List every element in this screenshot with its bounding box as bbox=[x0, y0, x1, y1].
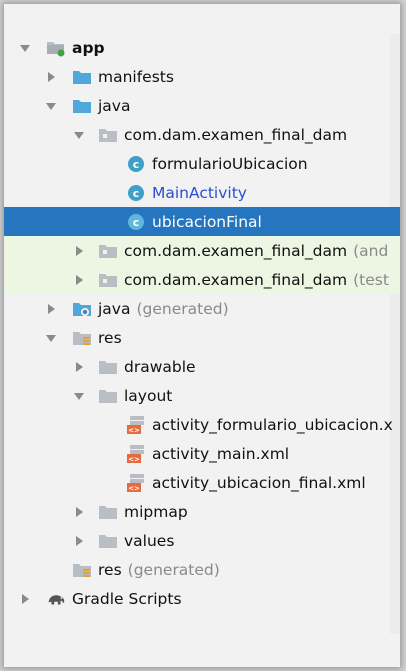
resources-folder-icon bbox=[72, 329, 92, 347]
tree-node-mipmap[interactable]: mipmap bbox=[4, 497, 400, 526]
tree-node-res[interactable]: res bbox=[4, 323, 400, 352]
package-icon bbox=[98, 126, 118, 144]
tree-label-gradle-scripts: Gradle Scripts bbox=[72, 589, 182, 608]
tree-label-layout: layout bbox=[124, 386, 173, 405]
tree-node-java-generated[interactable]: java (generated) bbox=[4, 294, 400, 323]
tree-label-values: values bbox=[124, 531, 175, 550]
tree-label-package-android-test: com.dam.examen_final_dam bbox=[124, 241, 348, 260]
collapsed-arrow-icon[interactable] bbox=[18, 592, 32, 606]
collapsed-arrow-icon[interactable] bbox=[72, 360, 86, 374]
svg-text:<>: <> bbox=[128, 426, 140, 434]
tree-suffix-java-generated: (generated) bbox=[136, 299, 229, 318]
tree-node-values[interactable]: values bbox=[4, 526, 400, 555]
resources-folder-icon bbox=[72, 561, 92, 579]
svg-text:c: c bbox=[133, 216, 140, 229]
svg-text:<>: <> bbox=[128, 455, 140, 463]
tree-label-class-ubicacion: ubicacionFinal bbox=[152, 212, 262, 231]
tree-node-class-formulario[interactable]: c formularioUbicacion bbox=[4, 149, 400, 178]
tree-label-manifests: manifests bbox=[98, 67, 174, 86]
collapsed-arrow-icon[interactable] bbox=[72, 273, 86, 287]
xml-layout-icon: <> bbox=[126, 415, 146, 434]
package-icon bbox=[98, 242, 118, 260]
folder-icon bbox=[72, 68, 92, 86]
tree-label-java-generated: java bbox=[98, 299, 131, 318]
project-panel: app manifests java com.dam.examen_final_… bbox=[4, 4, 400, 667]
expanded-arrow-icon[interactable] bbox=[44, 331, 58, 345]
xml-layout-icon: <> bbox=[126, 473, 146, 492]
tree-node-layout-file-ubicacion[interactable]: <> activity_ubicacion_final.xml bbox=[4, 468, 400, 497]
tree-node-layout[interactable]: layout bbox=[4, 381, 400, 410]
tree-node-layout-file-main[interactable]: <> activity_main.xml bbox=[4, 439, 400, 468]
tree-label-layout-file-ubicacion: activity_ubicacion_final.xml bbox=[152, 473, 366, 492]
class-icon: c bbox=[126, 213, 146, 231]
collapsed-arrow-icon[interactable] bbox=[72, 505, 86, 519]
tree-label-app: app bbox=[72, 38, 105, 57]
tree-node-drawable[interactable]: drawable bbox=[4, 352, 400, 381]
folder-icon bbox=[98, 532, 118, 550]
tree-node-class-ubicacion[interactable]: c ubicacionFinal bbox=[4, 207, 400, 236]
tree-label-package-main: com.dam.examen_final_dam bbox=[124, 125, 348, 144]
folder-icon bbox=[98, 503, 118, 521]
tree-label-mipmap: mipmap bbox=[124, 502, 188, 521]
package-icon bbox=[98, 271, 118, 289]
folder-icon bbox=[72, 97, 92, 115]
tree-node-res-generated[interactable]: res (generated) bbox=[4, 555, 400, 584]
expanded-arrow-icon[interactable] bbox=[72, 389, 86, 403]
generated-folder-icon bbox=[72, 300, 92, 318]
folder-icon bbox=[98, 387, 118, 405]
tree-node-package-main[interactable]: com.dam.examen_final_dam bbox=[4, 120, 400, 149]
tree-suffix-test: (test bbox=[353, 270, 389, 289]
tree-label-package-test: com.dam.examen_final_dam bbox=[124, 270, 348, 289]
tree-label-res: res bbox=[98, 328, 122, 347]
tree-suffix-res-generated: (generated) bbox=[127, 560, 220, 579]
collapsed-arrow-icon[interactable] bbox=[72, 534, 86, 548]
expanded-arrow-icon[interactable] bbox=[44, 99, 58, 113]
gradle-elephant-icon bbox=[46, 590, 66, 608]
tree-label-java: java bbox=[98, 96, 131, 115]
tree-suffix-android-test: (and bbox=[353, 241, 389, 260]
svg-text:c: c bbox=[133, 158, 140, 171]
tree-label-drawable: drawable bbox=[124, 357, 196, 376]
tree-node-package-android-test[interactable]: com.dam.examen_final_dam (and bbox=[4, 236, 400, 265]
folder-icon bbox=[98, 358, 118, 376]
tree-label-res-generated: res bbox=[98, 560, 122, 579]
tree-label-layout-file-formulario: activity_formulario_ubicacion.x bbox=[152, 415, 393, 434]
expanded-arrow-icon[interactable] bbox=[72, 128, 86, 142]
tree-node-layout-file-formulario[interactable]: <> activity_formulario_ubicacion.x bbox=[4, 410, 400, 439]
class-icon: c bbox=[126, 184, 146, 202]
xml-layout-icon: <> bbox=[126, 444, 146, 463]
svg-text:<>: <> bbox=[128, 484, 140, 492]
tree-node-manifests[interactable]: manifests bbox=[4, 62, 400, 91]
svg-text:c: c bbox=[133, 187, 140, 200]
collapsed-arrow-icon[interactable] bbox=[72, 244, 86, 258]
app-module-icon bbox=[46, 39, 66, 57]
tree-node-app[interactable]: app bbox=[4, 33, 400, 62]
tree-node-package-test[interactable]: com.dam.examen_final_dam (test bbox=[4, 265, 400, 294]
tree-label-layout-file-main: activity_main.xml bbox=[152, 444, 290, 463]
collapsed-arrow-icon[interactable] bbox=[44, 70, 58, 84]
collapsed-arrow-icon[interactable] bbox=[44, 302, 58, 316]
tree-node-gradle-scripts[interactable]: Gradle Scripts bbox=[4, 584, 400, 613]
tree-node-class-main[interactable]: c MainActivity bbox=[4, 178, 400, 207]
tree-label-class-formulario: formularioUbicacion bbox=[152, 154, 308, 173]
tree-label-class-main: MainActivity bbox=[152, 183, 247, 202]
tree-node-java[interactable]: java bbox=[4, 91, 400, 120]
expanded-arrow-icon[interactable] bbox=[18, 41, 32, 55]
class-icon: c bbox=[126, 155, 146, 173]
